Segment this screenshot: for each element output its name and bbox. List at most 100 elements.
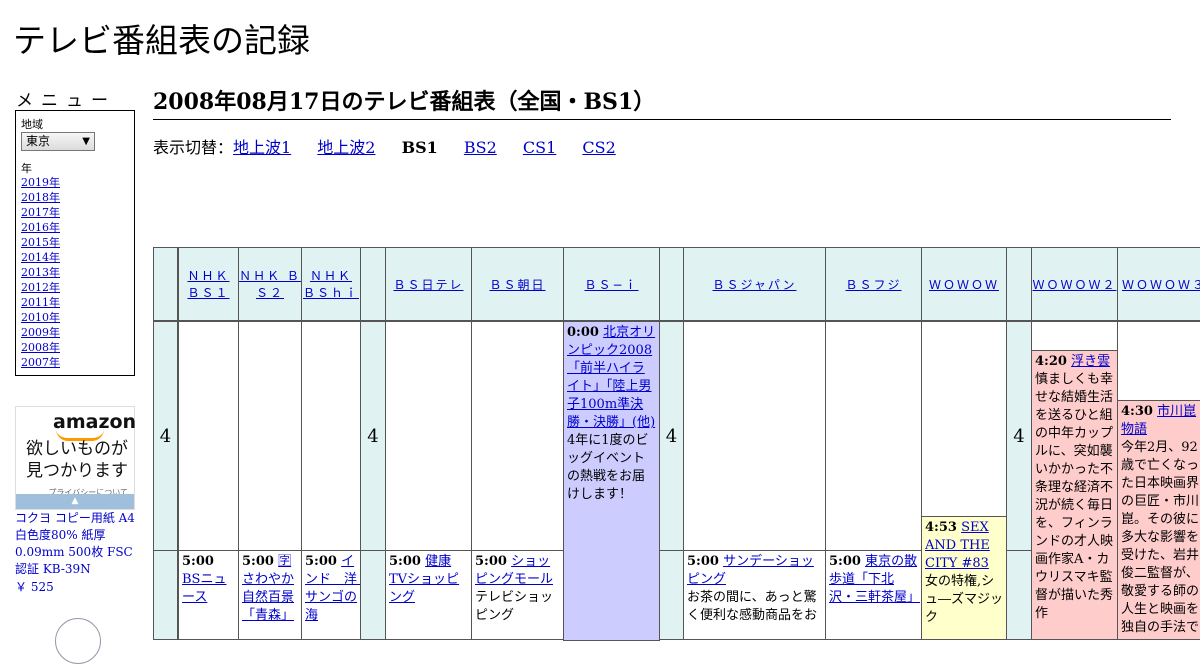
program-bsfuji-walk: 5:00 東京の散歩道「下北沢・三軒茶屋」 xyxy=(825,550,922,640)
program-title-link[interactable]: BSニュース xyxy=(182,572,226,605)
ad-product-price: ￥ 525 xyxy=(15,580,54,594)
channel-link[interactable]: ＢＳ日テレ xyxy=(393,276,463,293)
ad-tagline-line: 見つかります xyxy=(26,461,128,481)
program-desc: 女の特権,シュ―ズマジック xyxy=(925,574,1004,625)
program-time: 4:53 xyxy=(925,520,957,535)
channel-link[interactable]: ＢＳジャパン xyxy=(712,276,796,293)
hour-cell: 4 xyxy=(659,321,684,551)
program-bs2-nature: 5:00 🈑さわやか自然百景「青森」 xyxy=(238,550,302,640)
channel-header: ＢＳ−ｉ xyxy=(563,247,660,321)
program-wowow3-ichikawa: 4:30 市川崑物語 今年2月、92歳で亡くなった日本映画界の巨匠・市川崑。その… xyxy=(1117,400,1200,640)
program-bsi-olympics: 0:00 北京オリンピック2008「前半ハイライト」「陸上男子100m準決勝・決… xyxy=(563,321,660,641)
year-link[interactable]: 2011年 xyxy=(21,296,60,309)
channel-link[interactable]: ＷＯＷＯＷ３ xyxy=(1122,276,1200,293)
program-desc: 今年2月、92歳で亡くなった日本映画界の巨匠・市川崑。その彼に多大な影響を受けた… xyxy=(1121,440,1200,635)
program-time: 5:00 xyxy=(687,554,719,569)
program-title-link[interactable]: 北京オリンピック2008「前半ハイライト」「陸上男子100m準決勝・決勝」(他) xyxy=(567,325,655,430)
program-time: 5:00 xyxy=(829,554,861,569)
ad-product-link[interactable]: コクヨ コピー用紙 A4 白色度80% 紙厚 0.09mm 500枚 FSC認証… xyxy=(15,510,139,578)
program-desc: お茶の間に、あっと驚く便利な感動商品をお xyxy=(687,590,818,623)
year-link[interactable]: 2008年 xyxy=(21,341,60,354)
hour-cell xyxy=(360,550,386,640)
program-desc: テレビショッピング xyxy=(475,590,554,623)
program-time: 4:20 xyxy=(1035,354,1067,369)
hour-cell xyxy=(659,550,684,640)
switch-link-bs2[interactable]: BS2 xyxy=(464,138,497,157)
program-time: 5:00 xyxy=(389,554,421,569)
channel-link[interactable]: ＢＳ朝日 xyxy=(489,276,545,293)
site-title: テレビ番組表の記録 xyxy=(13,21,310,60)
hour-header-corner xyxy=(659,247,684,321)
ad-tagline-line: 欲しいものが xyxy=(26,439,128,459)
program-empty xyxy=(238,321,302,551)
channel-link[interactable]: ＮＨＫ ＢＳｈｉ xyxy=(302,267,360,301)
channel-link[interactable]: ＷＯＷＯＷ xyxy=(929,276,999,293)
year-link[interactable]: 2017年 xyxy=(21,206,60,219)
switch-current-bs1: BS1 xyxy=(401,138,438,157)
program-bsasahi-shopping: 5:00 ショッピングモール テレビショッピング xyxy=(471,550,564,640)
product-thumbnail[interactable] xyxy=(55,618,101,664)
region-label: 地域 xyxy=(21,118,43,131)
year-link[interactable]: 2013年 xyxy=(21,266,60,279)
program-empty xyxy=(683,321,826,551)
year-link[interactable]: 2016年 xyxy=(21,221,60,234)
year-link[interactable]: 2018年 xyxy=(21,191,60,204)
page-title: 2008年08月17日のテレビ番組表（全国・BS1） xyxy=(153,84,1171,120)
program-empty xyxy=(385,321,472,551)
program-time: 0:00 xyxy=(567,325,599,340)
hour-cell: 4 xyxy=(1006,321,1032,551)
channel-header: ＢＳ朝日 xyxy=(471,247,564,321)
program-empty xyxy=(471,321,564,551)
program-desc: 4年に1度のビッグイベントの熱戦をお届けします！ xyxy=(567,433,649,502)
program-bsjapan-shopping: 5:00 サンデーショッピング お茶の間に、あっと驚く便利な感動商品をお xyxy=(683,550,826,640)
year-link[interactable]: 2014年 xyxy=(21,251,60,264)
switch-link-terrestrial2[interactable]: 地上波2 xyxy=(317,138,375,157)
ad-scroll-bar[interactable]: ▲ xyxy=(16,494,134,509)
year-link[interactable]: 2009年 xyxy=(21,326,60,339)
program-desc: 慎ましくも幸せな結婚生活を送るひと組の中年カップルに、突如襲いかかった不条理な経… xyxy=(1035,372,1114,621)
ad-tagline: 欲しいものが 見つかります xyxy=(26,438,128,482)
switch-link-cs2[interactable]: CS2 xyxy=(582,138,615,157)
hour-header-corner xyxy=(153,247,178,321)
program-time: 5:00 xyxy=(305,554,337,569)
channel-link[interactable]: ＮＨＫ ＢＳ１ xyxy=(179,267,238,301)
year-link[interactable]: 2019年 xyxy=(21,176,60,189)
program-empty xyxy=(301,321,361,551)
program-title-link[interactable]: 浮き雲 xyxy=(1071,354,1110,369)
channel-header: ＷＯＷＯＷ２ xyxy=(1031,247,1118,321)
channel-link[interactable]: ＢＳフジ xyxy=(845,276,901,293)
channel-header: ＢＳフジ xyxy=(825,247,922,321)
menu-panel: 地域 東京 ▼ 年 2019年 2018年 2017年 2016年 2015年 … xyxy=(15,110,135,376)
switch-link-cs1[interactable]: CS1 xyxy=(523,138,556,157)
program-bsntv-shopping: 5:00 健康TVショッピング xyxy=(385,550,472,640)
program-time: 5:00 xyxy=(182,554,214,569)
program-bs1-news: 5:00 BSニュース xyxy=(178,550,239,640)
program-wowow2-ukigumo: 4:20 浮き雲 慎ましくも幸せな結婚生活を送るひと組の中年カップルに、突如襲い… xyxy=(1031,350,1118,640)
region-select[interactable]: 東京 ▼ xyxy=(21,132,95,151)
year-link[interactable]: 2012年 xyxy=(21,281,60,294)
year-link[interactable]: 2015年 xyxy=(21,236,60,249)
display-switcher: 表示切替：地上波1 地上波2 BS1 BS2 CS1 CS2 xyxy=(153,134,637,158)
channel-header: ＷＯＷＯＷ xyxy=(921,247,1007,321)
program-time: 5:00 xyxy=(475,554,507,569)
menu-title: メニュー xyxy=(16,91,116,111)
hour-cell: 4 xyxy=(153,321,178,551)
channel-header: ＮＨＫ ＢＳｈｉ xyxy=(301,247,361,321)
program-empty xyxy=(178,321,239,551)
region-value: 東京 xyxy=(26,134,51,148)
chevron-up-icon: ▲ xyxy=(71,496,79,506)
program-empty xyxy=(1117,321,1200,401)
program-bshi-ocean: 5:00 インド 洋 サンゴの海 xyxy=(301,550,361,640)
year-label: 年 xyxy=(21,162,32,175)
program-time: 4:30 xyxy=(1121,404,1153,419)
channel-link[interactable]: ＮＨＫ ＢＳ２ xyxy=(239,267,301,301)
switcher-label: 表示切替： xyxy=(153,138,234,157)
program-empty xyxy=(921,321,1007,517)
switch-link-terrestrial1[interactable]: 地上波1 xyxy=(233,138,291,157)
year-link[interactable]: 2010年 xyxy=(21,311,60,324)
year-list: 2019年 2018年 2017年 2016年 2015年 2014年 2013… xyxy=(21,175,60,370)
year-link[interactable]: 2007年 xyxy=(21,356,60,369)
amazon-ad-banner[interactable]: amazon 欲しいものが 見つかります プライバシーについて ▲ xyxy=(15,406,136,510)
channel-link[interactable]: ＢＳ−ｉ xyxy=(584,276,638,293)
channel-link[interactable]: ＷＯＷＯＷ２ xyxy=(1032,276,1116,293)
